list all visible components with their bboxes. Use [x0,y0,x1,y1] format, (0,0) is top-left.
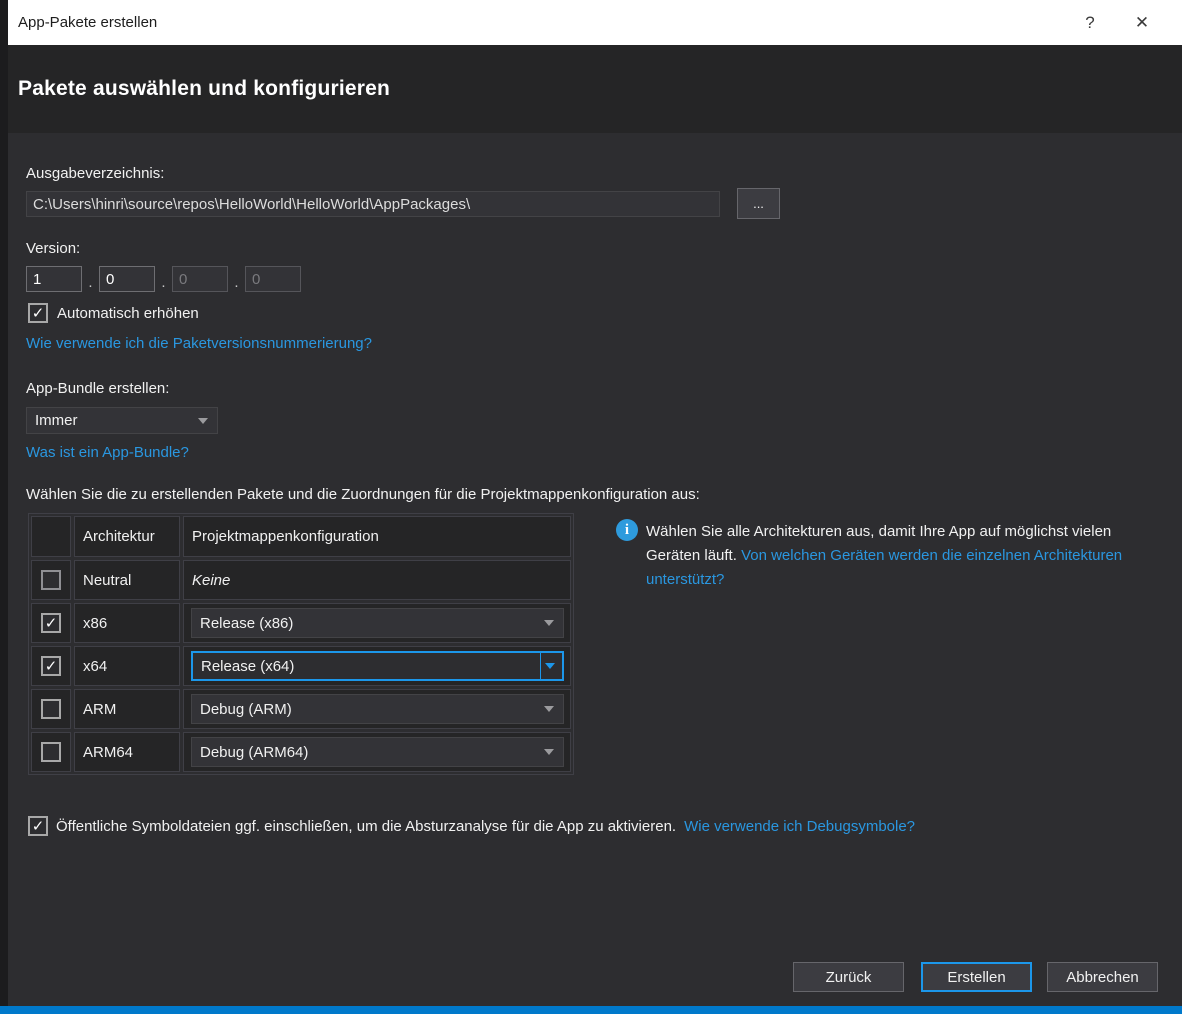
auto-increment-row: ✓ Automatisch erhöhen [28,303,199,323]
chevron-down-icon [544,749,554,755]
background-window-edge [0,0,8,1006]
table-header-architecture: Architektur [74,516,180,557]
x86-checkbox[interactable]: ✓ [41,613,61,633]
x64-configuration-value: Release (x64) [193,658,545,675]
table-row-neutral-checkcell [31,560,71,600]
app-bundle-select[interactable]: Immer [26,407,218,434]
close-icon[interactable]: ✕ [1116,0,1168,45]
version-inputs: . . . [26,266,301,292]
chevron-down-icon [544,706,554,712]
table-row-arm-configcell: Debug (ARM) [183,689,571,729]
table-row-x64-checkcell: ✓ [31,646,71,686]
version-minor-input[interactable] [99,266,155,292]
table-header-configuration: Projektmappenkonfiguration [183,516,571,557]
arm-configuration-select[interactable]: Debug (ARM) [191,694,564,724]
x86-configuration-select[interactable]: Release (x86) [191,608,564,638]
table-row-neutral-arch: Neutral [74,560,180,600]
debug-symbols-help-link[interactable]: Wie verwende ich Debugsymbole? [684,818,915,835]
back-button[interactable]: Zurück [793,962,904,992]
table-row-x64-configcell: Release (x64) [183,646,571,686]
symbols-row: ✓ Öffentliche Symboldateien ggf. einschl… [28,816,1148,836]
arm-checkbox[interactable] [41,699,61,719]
chevron-down-icon [198,418,208,424]
vs-status-bar [0,1006,1182,1014]
table-row-arm-checkcell [31,689,71,729]
output-directory-label: Ausgabeverzeichnis: [26,165,164,182]
check-icon: ✓ [45,616,58,631]
version-label: Version: [26,240,80,257]
arm64-configuration-value: Debug (ARM64) [192,744,544,761]
table-row-arm64-arch: ARM64 [74,732,180,772]
version-separator: . [155,274,172,292]
app-bundle-help-link[interactable]: Was ist ein App-Bundle? [26,444,189,461]
dialog-header-band: Pakete auswählen und konfigurieren [8,45,1182,133]
x64-configuration-select[interactable]: Release (x64) [191,651,564,681]
version-separator: . [82,274,99,292]
table-header-check [31,516,71,557]
combo-divider [540,653,541,679]
table-row-arm64-checkcell [31,732,71,772]
auto-increment-checkbox[interactable]: ✓ [28,303,48,323]
version-major-input[interactable] [26,266,82,292]
table-row-x64-arch: x64 [74,646,180,686]
version-build-input [172,266,228,292]
help-icon[interactable]: ? [1064,0,1116,45]
output-directory-input[interactable] [26,191,720,217]
dialog-title: App-Pakete erstellen [18,14,1064,31]
cancel-button[interactable]: Abbrechen [1047,962,1158,992]
check-icon: ✓ [45,659,58,674]
table-row-arm-arch: ARM [74,689,180,729]
arm64-configuration-select[interactable]: Debug (ARM64) [191,737,564,767]
check-icon: ✓ [32,819,45,834]
dialog-titlebar: App-Pakete erstellen ? ✕ [8,0,1182,45]
x64-checkbox[interactable]: ✓ [41,656,61,676]
check-icon: ✓ [32,306,45,321]
package-table: Architektur Projektmappenkonfiguration N… [28,513,574,775]
table-row-neutral-config: Keine [183,560,571,600]
version-separator: . [228,274,245,292]
table-row-x86-configcell: Release (x86) [183,603,571,643]
version-numbering-help-link[interactable]: Wie verwende ich die Paketversionsnummer… [26,335,372,352]
arm-configuration-value: Debug (ARM) [192,701,544,718]
table-row-arm64-configcell: Debug (ARM64) [183,732,571,772]
app-bundle-label: App-Bundle erstellen: [26,380,169,397]
chevron-down-icon [545,663,555,669]
table-row-x86-checkcell: ✓ [31,603,71,643]
include-symbols-label: Öffentliche Symboldateien ggf. einschlie… [56,818,676,835]
chevron-down-icon [544,620,554,626]
create-app-packages-dialog: App-Pakete erstellen ? ✕ Pakete auswähle… [0,0,1182,1014]
table-row-x86-arch: x86 [74,603,180,643]
app-bundle-selected-value: Immer [27,412,198,429]
auto-increment-label: Automatisch erhöhen [57,305,199,322]
arm64-checkbox[interactable] [41,742,61,762]
page-title: Pakete auswählen und konfigurieren [8,77,390,101]
browse-button[interactable]: ... [737,188,780,219]
include-symbols-checkbox[interactable]: ✓ [28,816,48,836]
create-button[interactable]: Erstellen [921,962,1032,992]
package-table-caption: Wählen Sie die zu erstellenden Pakete un… [26,486,700,503]
architecture-info-text: Wählen Sie alle Architekturen aus, damit… [646,520,1143,592]
x86-configuration-value: Release (x86) [192,615,544,632]
info-icon: i [616,519,638,541]
neutral-checkbox[interactable] [41,570,61,590]
version-revision-input [245,266,301,292]
